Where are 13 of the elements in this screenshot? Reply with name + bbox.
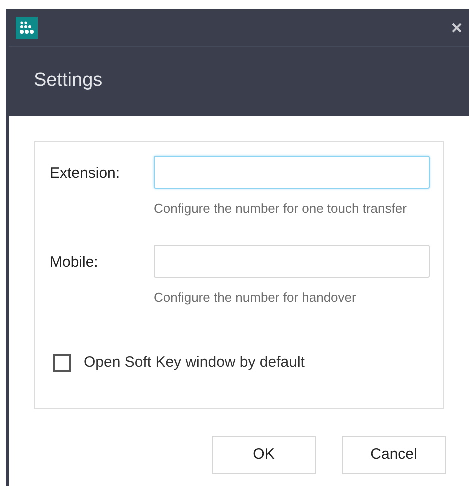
checkbox[interactable] <box>53 354 71 372</box>
help-text: Configure the number for one touch transfer <box>154 200 408 218</box>
app-logo-icon <box>16 16 38 38</box>
field-label: Mobile: <box>50 253 100 273</box>
close-icon[interactable] <box>452 22 462 32</box>
window-title: Settings <box>34 69 103 94</box>
dialog-button[interactable]: OK <box>212 436 316 474</box>
help-text: Configure the number for handover <box>154 289 358 307</box>
dialog-button[interactable]: Cancel <box>342 436 446 474</box>
field-label: Extension: <box>50 164 122 184</box>
text-field[interactable] <box>154 245 430 278</box>
checkbox-label: Open Soft Key window by default <box>84 353 305 373</box>
text-field[interactable] <box>154 156 430 189</box>
